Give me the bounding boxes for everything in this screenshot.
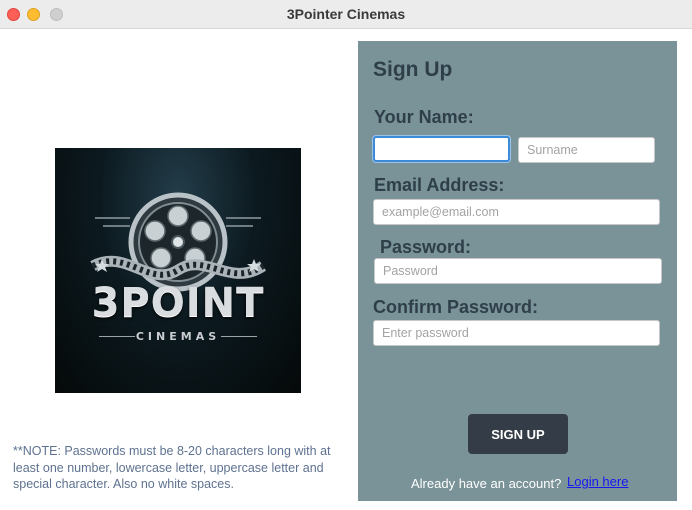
cinema-logo: 3POINT CINEMAS [55, 148, 301, 393]
logo-wordmark: 3POINT [91, 280, 265, 326]
email-label: Email Address: [374, 175, 505, 195]
surname-input[interactable] [518, 137, 655, 163]
password-requirements-note: **NOTE: Passwords must be 8-20 character… [13, 444, 331, 491]
signup-panel: Sign Up Your Name: Email Address: Passwo… [358, 41, 677, 501]
logo-subtitle: CINEMAS [135, 330, 221, 343]
window-title: 3Pointer Cinemas [286, 6, 406, 22]
signup-heading: Sign Up [373, 58, 453, 81]
password-label: Password: [380, 237, 472, 257]
logo-divider-right [221, 336, 257, 337]
title-bar: 3Pointer Cinemas [0, 0, 692, 29]
login-link[interactable]: Login here [567, 474, 628, 489]
email-input[interactable] [373, 199, 660, 225]
film-reel-icon [90, 192, 267, 292]
sign-up-button[interactable]: SIGN UP [468, 414, 568, 454]
password-input[interactable] [374, 258, 662, 284]
confirm-password-label: Confirm Password: [373, 297, 539, 317]
window-content: 3POINT CINEMAS **NOTE: Passwords must be… [0, 30, 692, 510]
name-label: Your Name: [374, 107, 474, 127]
have-account-text: Already have an account? [411, 476, 562, 491]
confirm-password-input[interactable] [373, 320, 660, 346]
first-name-input[interactable] [373, 136, 510, 162]
